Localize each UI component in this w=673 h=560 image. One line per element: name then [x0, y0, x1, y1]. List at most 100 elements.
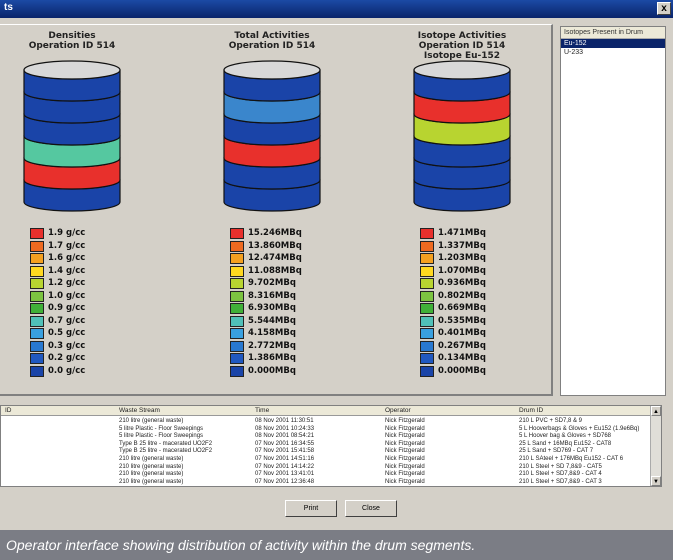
col-header-waste-stream[interactable]: Waste Stream — [119, 407, 160, 414]
isotope-list-panel[interactable]: Isotopes Present in Drum Eu-152 U-233 — [560, 26, 666, 396]
cell-drum-id: 210 L SAteel + 176MBq Eu152 - CAT 6 — [519, 456, 624, 462]
chart-title: Total Activities Operation ID 514 — [202, 31, 342, 51]
legend-label: 0.669MBq — [438, 303, 486, 313]
legend-label: 1.9 g/cc — [48, 228, 86, 238]
legend-label: 0.7 g/cc — [48, 315, 86, 326]
col-header-drum-id[interactable]: Drum ID — [519, 407, 543, 414]
close-button[interactable]: Close — [345, 500, 397, 517]
legend-label: 4.158MBq — [248, 328, 296, 338]
table-scrollbar[interactable]: ▲ ▼ — [650, 406, 661, 486]
cell-waste-stream: 210 litre (general waste) — [119, 471, 184, 478]
legend-swatch — [30, 353, 44, 364]
col-header-operator[interactable]: Operator — [385, 407, 411, 414]
legend-label: 1.386MBq — [248, 353, 296, 363]
cell-operator: Nick Fitzgerald — [385, 448, 425, 455]
legend-label: 0.267MBq — [438, 340, 486, 351]
legend-swatch — [420, 290, 434, 302]
legend-label: 0.000MBq — [248, 365, 296, 376]
cell-waste-stream: 210 litre (general waste) — [119, 418, 184, 424]
legend-swatch — [420, 328, 434, 339]
cell-waste-stream: 210 litre (general waste) — [119, 478, 184, 485]
cell-drum-id: 5 L Hooverbags & Gloves + Eu152 (1.9e6Bq… — [519, 425, 640, 432]
cell-waste-stream: 5 litre Plastic - Floor Sweepings — [119, 433, 204, 440]
cell-drum-id: 25 L Sand + 16MBq Eu152 - CAT8 — [519, 440, 612, 447]
legend-swatch — [30, 265, 44, 277]
legend-label: 1.203MBq — [438, 253, 486, 263]
legend-label: 0.802MBq — [438, 290, 486, 301]
drum-top — [223, 60, 321, 80]
cell-time: 07 Nov 2001 12:36:48 — [255, 478, 315, 485]
legend-label: 1.2 g/cc — [48, 278, 86, 288]
cell-time: 07 Nov 2001 14:14:22 — [255, 463, 315, 470]
drum-top — [23, 60, 121, 80]
legend-label: 6.930MBq — [248, 303, 296, 313]
legend-swatch — [30, 315, 44, 327]
legend-label: 0.401MBq — [438, 328, 486, 338]
legend-swatch — [30, 253, 44, 264]
legend-swatch — [30, 278, 44, 289]
legend-label: 1.471MBq — [438, 228, 486, 238]
cell-drum-id: 5 L Hoover bag & Gloves + SD768 — [519, 433, 611, 440]
legend-swatch — [30, 240, 44, 252]
legend-swatch — [420, 253, 434, 264]
legend-swatch — [230, 340, 244, 352]
legend-swatch — [30, 340, 44, 352]
isotope-item[interactable]: U-233 — [561, 48, 665, 57]
legend-label: 1.7 g/cc — [48, 240, 86, 251]
scroll-up-icon[interactable]: ▲ — [651, 406, 661, 416]
legend-swatch — [230, 240, 244, 252]
legend-label: 0.5 g/cc — [48, 328, 86, 338]
cell-time: 08 Nov 2001 10:24:33 — [255, 425, 315, 432]
cell-operator: Nick Fitzgerald — [385, 478, 425, 485]
legend-label: 1.0 g/cc — [48, 290, 86, 301]
cell-operator: Nick Fitzgerald — [385, 456, 425, 462]
cell-operator: Nick Fitzgerald — [385, 440, 425, 447]
cell-waste-stream: 210 litre (general waste) — [119, 463, 184, 470]
cell-waste-stream: 5 litre Plastic - Floor Sweepings — [119, 425, 204, 432]
cell-waste-stream: Type B 25 litre - macerated UO2F2 — [119, 448, 213, 455]
scroll-down-icon[interactable]: ▼ — [651, 476, 661, 486]
chart-title-line: Operation ID 514 — [28, 41, 116, 51]
legend-swatch — [420, 240, 434, 252]
col-header-id[interactable]: ID — [5, 407, 12, 414]
close-window-button[interactable]: x — [657, 2, 671, 15]
chart-title-line: Densities — [48, 31, 96, 41]
chart-title: Densities Operation ID 514 — [2, 31, 142, 51]
legend-swatch — [230, 278, 244, 289]
chart-title-line: Isotope Activities — [417, 31, 507, 41]
cell-waste-stream: 210 litre (general waste) — [119, 456, 184, 462]
chart-title-line: Operation ID 514 — [418, 41, 506, 51]
cell-operator: Nick Fitzgerald — [385, 418, 425, 424]
legend-swatch — [230, 253, 244, 264]
legend-label: 0.535MBq — [438, 315, 486, 326]
legend-label: 5.544MBq — [248, 315, 296, 326]
legend-swatch — [420, 228, 434, 239]
cell-operator: Nick Fitzgerald — [385, 463, 425, 470]
operations-table[interactable]: ID Waste Stream Time Operator Drum ID 21… — [0, 405, 662, 487]
legend-label: 0.134MBq — [438, 353, 486, 363]
legend-swatch — [30, 328, 44, 339]
col-header-time[interactable]: Time — [255, 407, 269, 414]
legend-label: 1.4 g/cc — [48, 265, 86, 276]
legend-label: 9.702MBq — [248, 278, 296, 288]
legend-swatch — [230, 303, 244, 314]
legend-swatch — [230, 328, 244, 339]
legend-swatch — [230, 265, 244, 277]
legend-label: 11.088MBq — [248, 265, 302, 276]
table-row[interactable]: 210 litre (general waste) 07 Nov 2001 12:… — [1, 479, 651, 487]
cell-time: 07 Nov 2001 13:41:01 — [255, 471, 315, 478]
legend-swatch — [30, 303, 44, 314]
cell-time: 07 Nov 2001 14:51:16 — [255, 456, 315, 462]
legend-swatch — [230, 315, 244, 327]
cell-waste-stream: Type B 25 litre - macerated UO2F2 — [119, 440, 213, 447]
legend-swatch — [420, 365, 434, 377]
title-bar: ts x — [0, 0, 673, 18]
print-button[interactable]: Print — [285, 500, 337, 517]
isotope-list-header: Isotopes Present in Drum — [561, 27, 665, 39]
isotope-item[interactable]: Eu-152 — [561, 39, 665, 48]
legend-swatch — [30, 290, 44, 302]
cell-drum-id: 210 L Steel + SD 7,8&9 - CAT5 — [519, 463, 602, 470]
legend-swatch — [230, 290, 244, 302]
legend-swatch — [230, 353, 244, 364]
cell-time: 07 Nov 2001 15:41:58 — [255, 448, 315, 455]
